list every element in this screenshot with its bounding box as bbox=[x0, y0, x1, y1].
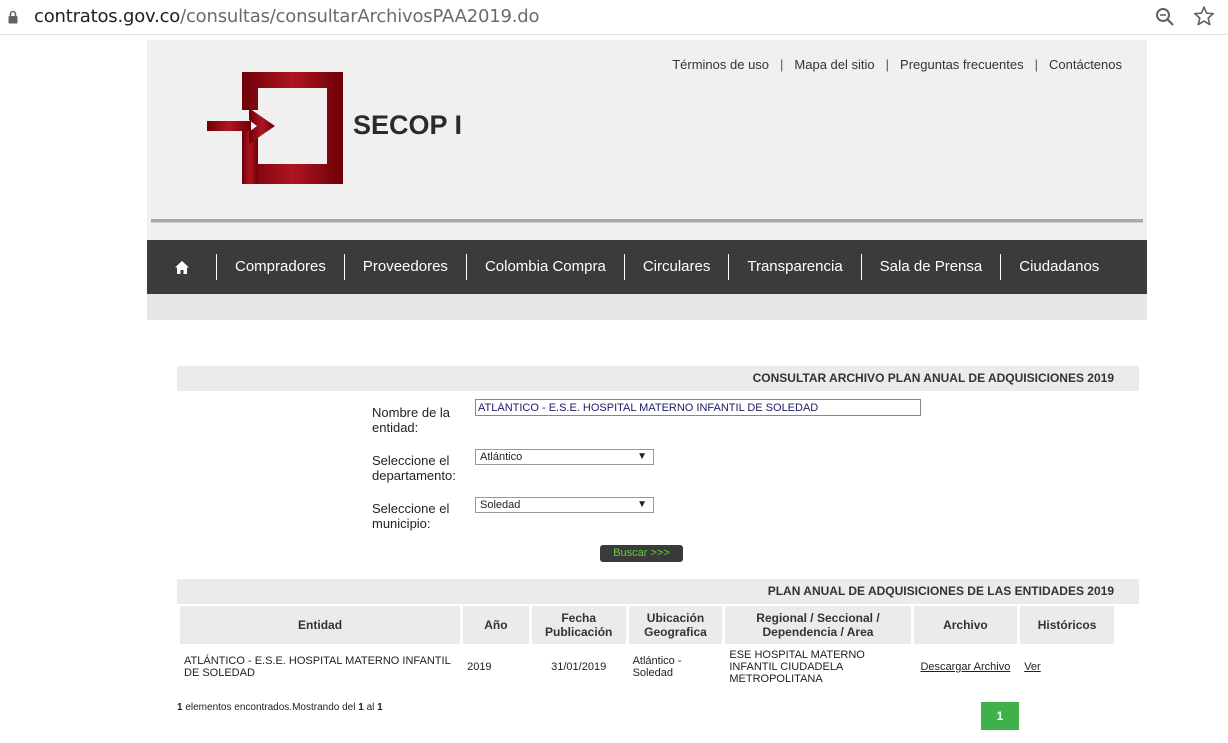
municipality-label: Seleccione el municipio: bbox=[372, 501, 450, 531]
nav-item-circulares[interactable]: Circulares bbox=[625, 254, 730, 280]
column-header-ubicacion: Ubicación Geografica bbox=[628, 606, 723, 644]
found-text: elementos encontrados.Mostrando del bbox=[182, 702, 359, 713]
department-selected-value: Atlántico bbox=[480, 451, 523, 463]
department-select[interactable]: Atlántico ▼ bbox=[475, 449, 654, 465]
results-count-text: 1 elementos encontrados.Mostrando del 1 … bbox=[177, 702, 383, 713]
page-container: Términos de uso | Mapa del sitio | Pregu… bbox=[147, 40, 1147, 743]
column-header-archivo: Archivo bbox=[913, 606, 1018, 644]
cell-ubicacion: Atlántico - Soledad bbox=[632, 655, 682, 679]
header-divider bbox=[151, 219, 1143, 223]
results-section-title: PLAN ANUAL DE ADQUISICIONES DE LAS ENTID… bbox=[177, 579, 1139, 604]
column-header-regional: Regional / Seccional / Dependencia / Are… bbox=[725, 606, 911, 644]
dropdown-arrow-icon: ▼ bbox=[637, 499, 647, 510]
table-header-row: Entidad Año Fecha Publicación Ubicación … bbox=[180, 606, 1114, 644]
search-section-title: CONSULTAR ARCHIVO PLAN ANUAL DE ADQUISIC… bbox=[177, 366, 1139, 391]
municipality-select[interactable]: Soledad ▼ bbox=[475, 497, 654, 513]
sub-nav-bar bbox=[147, 294, 1147, 320]
brand-title: SECOP I bbox=[353, 110, 463, 140]
cell-historicos: Ver bbox=[1020, 644, 1114, 690]
nav-item-proveedores[interactable]: Proveedores bbox=[345, 254, 467, 280]
lock-icon bbox=[8, 10, 18, 24]
site-header: Términos de uso | Mapa del sitio | Pregu… bbox=[147, 40, 1147, 240]
column-header-entidad: Entidad bbox=[180, 606, 461, 644]
link-terminos[interactable]: Términos de uso bbox=[672, 57, 769, 72]
cell-fecha: 31/01/2019 bbox=[551, 661, 607, 673]
view-history-link[interactable]: Ver bbox=[1024, 661, 1041, 673]
column-header-anio: Año bbox=[463, 606, 529, 644]
secop-logo-icon[interactable] bbox=[205, 70, 345, 186]
top-links: Términos de uso | Mapa del sitio | Pregu… bbox=[672, 57, 1122, 72]
pagination-page-1[interactable]: 1 bbox=[981, 702, 1019, 730]
nav-item-ciudadanos[interactable]: Ciudadanos bbox=[1001, 254, 1117, 280]
link-separator: | bbox=[885, 57, 890, 72]
municipality-selected-value: Soledad bbox=[480, 499, 521, 511]
results-table: Entidad Año Fecha Publicación Ubicación … bbox=[177, 606, 1117, 690]
nav-item-sala-de-prensa[interactable]: Sala de Prensa bbox=[862, 254, 1002, 280]
link-contactenos[interactable]: Contáctenos bbox=[1049, 57, 1122, 72]
main-nav: Compradores Proveedores Colombia Compra … bbox=[147, 240, 1147, 294]
department-label: Seleccione el departamento: bbox=[372, 453, 456, 483]
column-header-fecha: Fecha Publicación bbox=[531, 606, 626, 644]
nav-item-transparencia[interactable]: Transparencia bbox=[729, 254, 862, 280]
link-mapa[interactable]: Mapa del sitio bbox=[794, 57, 874, 72]
link-separator: | bbox=[1034, 57, 1038, 72]
home-icon bbox=[174, 260, 189, 274]
nav-item-compradores[interactable]: Compradores bbox=[217, 254, 345, 280]
link-preguntas[interactable]: Preguntas frecuentes bbox=[900, 57, 1024, 72]
zoom-icon[interactable] bbox=[1154, 6, 1176, 28]
column-header-historicos: Históricos bbox=[1020, 606, 1114, 644]
url-text[interactable]: contratos.gov.co/consultas/consultarArch… bbox=[34, 6, 539, 27]
dropdown-arrow-icon: ▼ bbox=[637, 451, 647, 462]
found-to-text: al bbox=[363, 702, 378, 713]
cell-anio: 2019 bbox=[467, 661, 492, 673]
browser-address-bar[interactable]: contratos.gov.co/consultas/consultarArch… bbox=[0, 0, 1228, 35]
table-row: ATLÁNTICO - E.S.E. HOSPITAL MATERNO INFA… bbox=[180, 644, 1114, 690]
cell-regional: ESE HOSPITAL MATERNO INFANTIL CIUDADELA … bbox=[729, 649, 865, 685]
found-to: 1 bbox=[377, 702, 383, 713]
url-host: contratos.gov.co bbox=[34, 6, 181, 27]
url-path: /consultas/consultarArchivosPAA2019.do bbox=[180, 6, 540, 27]
cell-entidad: ATLÁNTICO - E.S.E. HOSPITAL MATERNO INFA… bbox=[184, 655, 451, 679]
bookmark-star-icon[interactable] bbox=[1193, 5, 1215, 27]
entity-label: Nombre de la entidad: bbox=[372, 405, 451, 435]
nav-item-colombia-compra[interactable]: Colombia Compra bbox=[467, 254, 625, 280]
download-file-link[interactable]: Descargar Archivo bbox=[920, 661, 1010, 673]
nav-home[interactable] bbox=[147, 254, 217, 280]
link-separator: | bbox=[780, 57, 784, 72]
cell-archivo: Descargar Archivo bbox=[914, 644, 1018, 690]
search-button[interactable]: Buscar >>> bbox=[600, 545, 683, 562]
entity-name-input[interactable] bbox=[475, 399, 921, 416]
